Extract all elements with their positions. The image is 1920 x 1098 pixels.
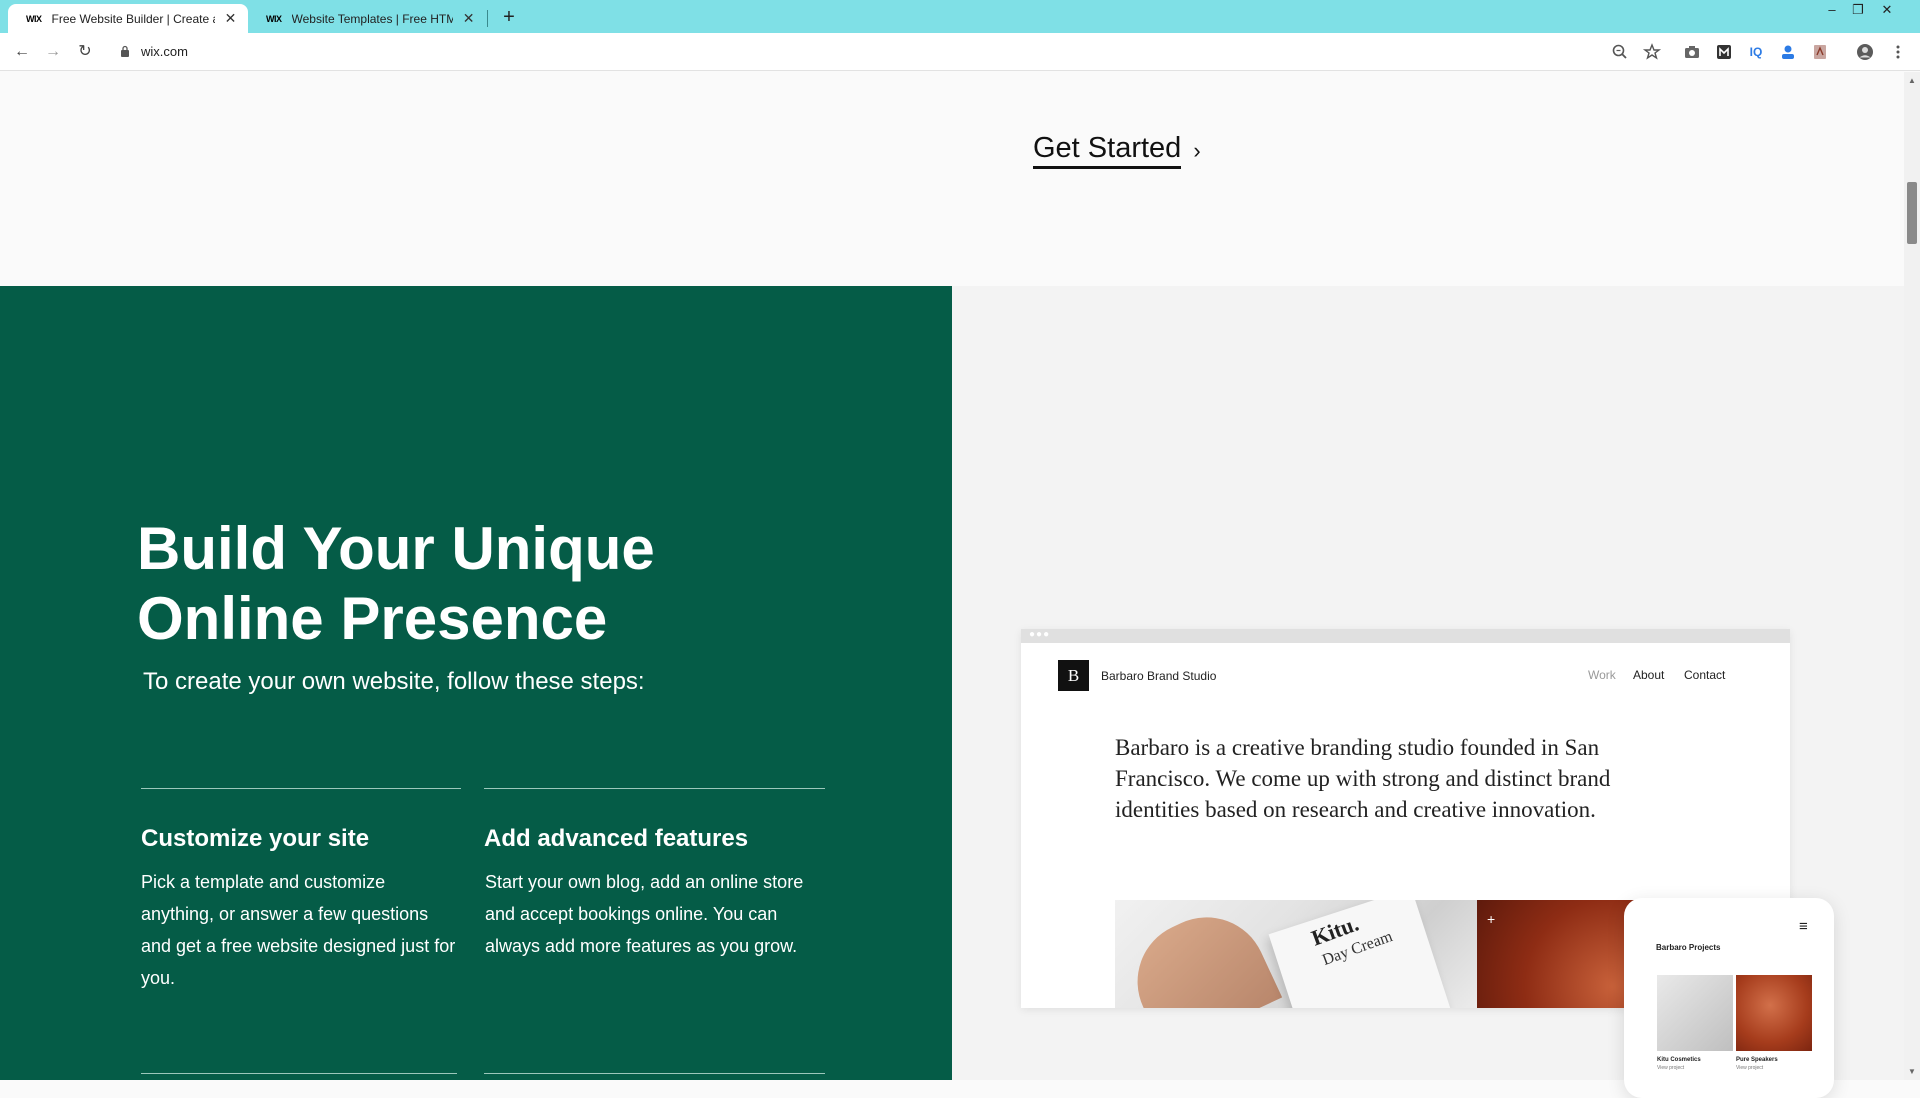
step-title-customize: Customize your site [141,825,370,852]
step-divider [141,788,461,789]
address-bar[interactable]: wix.com [141,44,188,59]
tab-separator [487,10,488,27]
page-scrollbar[interactable]: ▲ ▼ [1904,72,1920,1080]
product-photo-speaker [1477,900,1647,1008]
project-sub: View project [1736,1065,1764,1071]
close-window-button[interactable]: ✕ [1872,0,1902,20]
mockup-logo: B [1058,660,1089,691]
hero-title: Build Your Unique Online Presence [137,514,787,654]
mockup-nav-work: Work [1588,668,1616,682]
profile-avatar-icon[interactable] [1855,42,1875,62]
close-tab-icon[interactable]: ✕ [461,10,476,27]
phone-title: Barbaro Projects [1656,943,1721,952]
project-sub: View project [1657,1065,1685,1071]
camera-icon[interactable] [1682,42,1702,62]
scroll-down-icon[interactable]: ▼ [1908,1067,1916,1076]
step-text-customize: Pick a template and customize anything, … [141,872,456,988]
back-button[interactable]: ← [10,41,34,63]
step-title-advanced: Add advanced features [484,825,749,852]
m-extension-icon[interactable] [1714,42,1734,62]
hero-title-line-2: Online Presence [137,585,608,652]
menu-kebab-icon[interactable] [1888,42,1908,62]
lock-icon[interactable] [120,45,130,57]
template-mockup-phone[interactable]: ≡ Barbaro Projects Kitu Cosmetics View p… [1624,898,1834,1098]
scroll-thumb[interactable] [1907,182,1917,244]
mockup-window-bar: ●●● [1021,629,1790,643]
forward-button[interactable]: → [41,41,65,63]
project-thumb-kitu [1657,975,1733,1051]
iq-extension-icon[interactable]: IQ [1746,42,1766,62]
mockup-nav-contact: Contact [1684,668,1726,682]
tab-title: Website Templates | Free HTML5 [291,11,454,26]
mockup-brand-name: Barbaro Brand Studio [1101,669,1217,683]
project-thumb-speakers [1736,975,1812,1051]
window-dots-icon: ●●● [1029,629,1051,640]
browser-tabbar: WIX Free Website Builder | Create a F ✕ … [0,0,1920,33]
tab-free-website-builder[interactable]: WIX Free Website Builder | Create a F ✕ [8,4,248,33]
close-tab-icon[interactable]: ✕ [223,10,238,27]
chevron-right-icon: › [1193,137,1201,163]
product-photo-kitu: Kitu. Day Cream [1115,900,1477,1008]
mockup-body-text: Barbaro is a creative branding studio fo… [1115,735,1611,822]
star-icon[interactable] [1642,42,1662,62]
hero-green-panel: Build Your Unique Online Presence To cre… [0,286,952,1080]
get-started-link[interactable]: Get Started › [1033,132,1201,169]
tab-title: Free Website Builder | Create a F [51,11,216,26]
project-caption: Kitu Cosmetics [1657,1057,1701,1063]
hand-shape [1117,900,1283,1008]
hamburger-menu-icon: ≡ [1799,918,1808,935]
wix-favicon-icon: WIX [266,13,282,24]
user-extension-icon[interactable] [1778,42,1798,62]
restore-button[interactable]: ❐ [1843,0,1873,20]
step-divider [484,1073,825,1074]
hero-title-line-1: Build Your Unique [137,515,655,582]
project-caption: Pure Speakers [1736,1057,1778,1063]
scroll-up-icon[interactable]: ▲ [1908,76,1916,85]
tab-website-templates[interactable]: WIX Website Templates | Free HTML5 ✕ [248,4,486,33]
zoom-icon[interactable] [1610,42,1630,62]
mockup-nav-about: About [1633,668,1665,682]
wix-favicon-icon: WIX [26,13,42,24]
browser-toolbar: ← → ↻ wix.com IQ [0,33,1920,71]
pdf-extension-icon[interactable] [1810,42,1830,62]
reload-button[interactable]: ↻ [73,41,97,63]
plus-icon: + [1487,911,1496,927]
new-tab-button[interactable]: + [498,4,520,30]
hero-subtitle: To create your own website, follow these… [143,668,645,695]
get-started-label: Get Started [1033,132,1182,169]
step-divider [141,1073,457,1074]
step-text-advanced: Start your own blog, add an online store… [485,872,804,956]
step-divider [484,788,825,789]
